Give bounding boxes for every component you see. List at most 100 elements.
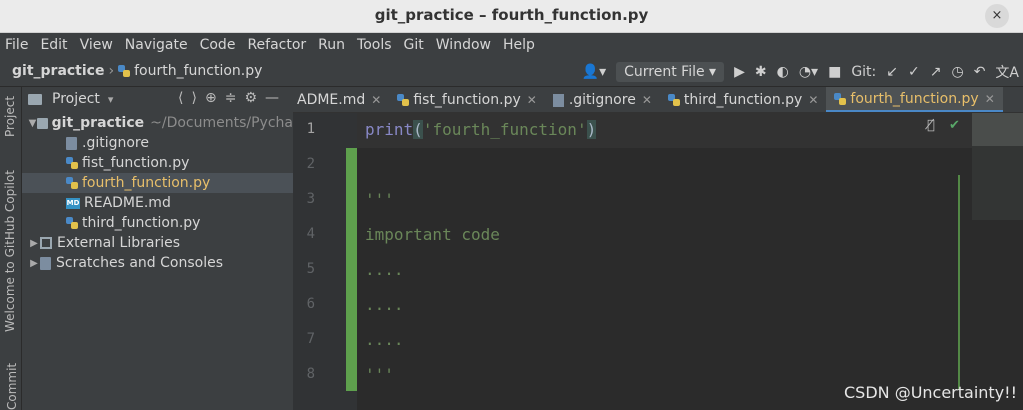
breadcrumb-project[interactable]: git_practice — [12, 63, 104, 79]
tree-scratches[interactable]: ▶ Scratches and Consoles — [22, 253, 293, 273]
menu-file[interactable]: File — [5, 37, 28, 53]
run-configuration-dropdown[interactable]: Current File ▾ — [616, 62, 725, 82]
menu-refactor[interactable]: Refactor — [247, 37, 306, 53]
tab-third-function[interactable]: third_function.py ✕ — [660, 87, 827, 112]
git-history-icon[interactable]: ◷ — [951, 64, 963, 80]
menu-navigate[interactable]: Navigate — [125, 37, 188, 53]
run-config-label: Current File — [624, 64, 705, 80]
line-number[interactable]: 1 — [293, 121, 315, 137]
gear-icon[interactable]: ⚙ — [244, 90, 265, 106]
tree-external-libraries[interactable]: ▶ External Libraries — [22, 233, 293, 253]
menu-window[interactable]: Window — [436, 37, 491, 53]
close-icon[interactable]: ✕ — [808, 93, 818, 107]
coverage-icon[interactable]: ◐ — [777, 64, 789, 80]
breadcrumb-file[interactable]: fourth_function.py — [134, 63, 262, 79]
run-icon[interactable]: ▶ — [734, 64, 745, 80]
breadcrumb: git_practice › fourth_function.py — [12, 63, 262, 79]
menu-git[interactable]: Git — [404, 37, 424, 53]
code-line-5: .... — [365, 260, 404, 279]
close-icon[interactable]: ✕ — [985, 92, 995, 106]
menu-help[interactable]: Help — [503, 37, 535, 53]
close-icon[interactable]: ✕ — [642, 93, 652, 107]
close-icon[interactable]: ✕ — [371, 93, 381, 107]
tree-item-label: fist_function.py — [82, 155, 190, 171]
code-minimap[interactable] — [972, 113, 1023, 220]
tab-label: third_function.py — [683, 92, 803, 108]
tab-fourth-function[interactable]: fourth_function.py ✕ — [826, 87, 1003, 112]
no-problems-check-icon[interactable]: ✔ — [949, 118, 960, 133]
tree-item[interactable]: MD README.md — [22, 193, 293, 213]
root-path: ~/Documents/Pycha — [150, 115, 293, 131]
expand-all-icon[interactable]: ≑ — [225, 90, 245, 106]
copilot-tool-button[interactable]: Welcome to GitHub Copilot — [3, 170, 17, 332]
project-tool-button[interactable]: Project — [3, 96, 17, 137]
gitignore-file-icon — [66, 136, 77, 150]
menu-bar: File Edit View Navigate Code Refactor Ru… — [0, 33, 1023, 57]
tree-item-selected[interactable]: fourth_function.py — [22, 173, 293, 193]
vcs-added-lines-marker[interactable] — [346, 148, 357, 391]
tree-item-label: .gitignore — [82, 135, 149, 151]
git-rollback-icon[interactable]: ↶ — [974, 64, 986, 80]
tab-label: fourth_function.py — [850, 90, 979, 107]
close-window-button[interactable]: × — [985, 4, 1009, 28]
project-panel-actions: ⟨⟩⊕≑⚙— — [178, 90, 287, 106]
collapse-icon[interactable]: ⟨⟩ — [178, 90, 205, 106]
git-label: Git: — [851, 64, 877, 80]
commit-tool-button[interactable]: Commit — [5, 363, 19, 410]
indent-guide — [958, 175, 960, 390]
code-line-4: important code — [365, 225, 500, 244]
git-push-icon[interactable]: ↗ — [930, 64, 942, 80]
python-file-icon — [66, 217, 78, 229]
collapsed-arrow-icon: ▶ — [30, 237, 38, 249]
translate-icon[interactable]: 文A — [995, 62, 1019, 82]
line-number[interactable]: 6 — [293, 296, 315, 312]
menu-tools[interactable]: Tools — [357, 37, 392, 53]
open-paren: ( — [413, 120, 423, 139]
tab-readme[interactable]: ADME.md ✕ — [293, 87, 389, 112]
tree-item[interactable]: third_function.py — [22, 213, 293, 233]
menu-edit[interactable]: Edit — [40, 37, 67, 53]
line-number[interactable]: 2 — [293, 156, 315, 172]
breadcrumb-separator-icon: › — [108, 63, 115, 79]
minimap-viewport[interactable] — [972, 113, 1023, 146]
navigation-bar: git_practice › fourth_function.py 👤▾ Cur… — [0, 57, 1023, 87]
git-update-icon[interactable]: ↙ — [886, 64, 898, 80]
user-menu-icon[interactable]: 👤▾ — [582, 64, 606, 80]
code-line-8: ''' — [365, 365, 394, 384]
tab-gitignore[interactable]: .gitignore ✕ — [545, 87, 660, 112]
inspection-widget: 👁̸ ✔ — [927, 118, 960, 133]
tab-fist-function[interactable]: fist_function.py ✕ — [389, 87, 544, 112]
debug-icon[interactable]: ✱ — [755, 64, 767, 80]
menu-run[interactable]: Run — [318, 37, 345, 53]
project-panel-title[interactable]: Project — [52, 91, 100, 107]
tree-root[interactable]: ▼ git_practice ~/Documents/Pycha — [22, 113, 293, 133]
menu-code[interactable]: Code — [200, 37, 236, 53]
stop-icon[interactable]: ■ — [828, 64, 841, 80]
project-panel-header: Project ▾ ⟨⟩⊕≑⚙— — [22, 87, 293, 111]
code-editor[interactable]: print('fourth_function') ''' important c… — [357, 113, 972, 410]
tree-item-label: third_function.py — [82, 215, 201, 231]
tree-item[interactable]: .gitignore — [22, 133, 293, 153]
root-name: git_practice — [51, 115, 145, 131]
profile-icon[interactable]: ◔▾ — [799, 64, 818, 80]
locate-icon[interactable]: ⊕ — [205, 90, 225, 106]
git-commit-icon[interactable]: ✓ — [908, 64, 920, 80]
toolbar: 👤▾ Current File ▾ ▶ ✱ ◐ ◔▾ ■ Git: ↙ ✓ ↗ … — [572, 57, 1023, 87]
collapsed-arrow-icon: ▶ — [30, 257, 38, 269]
line-number[interactable]: 3 — [293, 191, 315, 207]
tree-item[interactable]: fist_function.py — [22, 153, 293, 173]
chevron-down-icon[interactable]: ▾ — [108, 93, 114, 106]
reader-mode-icon[interactable]: 👁̸ — [927, 118, 935, 133]
menu-view[interactable]: View — [80, 37, 113, 53]
line-number[interactable]: 7 — [293, 331, 315, 347]
close-icon[interactable]: ✕ — [527, 93, 537, 107]
python-file-icon — [397, 94, 410, 106]
line-number[interactable]: 5 — [293, 261, 315, 277]
tree-item-label: README.md — [84, 195, 171, 211]
editor-tabs: ADME.md ✕ fist_function.py ✕ .gitignore ✕ t… — [293, 87, 1023, 113]
watermark: CSDN @Uncertainty!! — [843, 383, 1017, 402]
line-number[interactable]: 8 — [293, 366, 315, 382]
scratches-icon — [40, 256, 51, 270]
line-number[interactable]: 4 — [293, 226, 315, 242]
hide-icon[interactable]: — — [265, 90, 287, 106]
